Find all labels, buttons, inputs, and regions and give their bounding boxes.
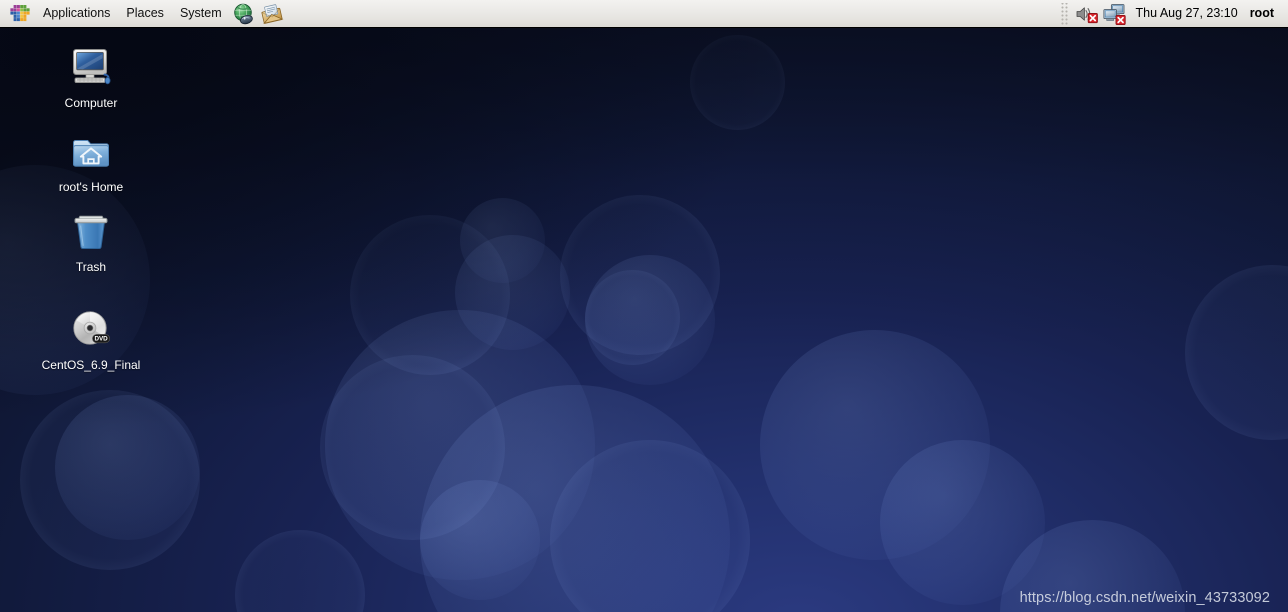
panel-username[interactable]: root xyxy=(1246,3,1280,24)
dvd-disc-icon: DVD xyxy=(67,306,115,354)
network-disconnected-icon[interactable] xyxy=(1102,3,1126,25)
web-browser-icon[interactable] xyxy=(231,2,257,26)
svg-text:DVD: DVD xyxy=(94,336,108,343)
desktop-icon-trash[interactable]: Trash xyxy=(26,208,156,274)
mail-client-icon[interactable] xyxy=(259,2,285,26)
volume-muted-icon[interactable] xyxy=(1074,3,1098,25)
panel-spacer xyxy=(286,0,1056,28)
desktop-icon-dvd[interactable]: DVD CentOS_6.9_Final xyxy=(26,306,156,372)
blog-watermark: https://blog.csdn.net/weixin_43733092 xyxy=(1019,590,1270,606)
desktop-icon-home[interactable]: root's Home xyxy=(26,128,156,194)
tray-drag-handle[interactable] xyxy=(1059,2,1069,25)
desktop-wallpaper[interactable] xyxy=(0,0,1288,612)
desktop-icon-computer[interactable]: Computer xyxy=(26,44,156,110)
home-folder-icon xyxy=(67,128,115,176)
panel-clock[interactable]: Thu Aug 27, 23:10 xyxy=(1128,3,1246,24)
top-panel: Applications Places System Thu Aug 27, 2… xyxy=(0,0,1288,28)
menu-system[interactable]: System xyxy=(172,1,230,27)
desktop-icon-label: Computer xyxy=(64,96,118,110)
trash-icon xyxy=(67,208,115,256)
wallpaper-vignette xyxy=(0,0,1288,612)
desktop-icon-label: CentOS_6.9_Final xyxy=(41,358,141,372)
centos-logo-icon[interactable] xyxy=(9,3,31,25)
desktop-icon-label: Trash xyxy=(75,260,107,274)
menu-places[interactable]: Places xyxy=(118,1,172,27)
desktop-icon-label: root's Home xyxy=(58,180,124,194)
menu-applications[interactable]: Applications xyxy=(35,1,118,27)
panel-tray-section: Thu Aug 27, 23:10 root xyxy=(1056,0,1288,28)
panel-left-section: Applications Places System xyxy=(0,0,286,28)
computer-icon xyxy=(67,44,115,92)
desktop-screen: Applications Places System Thu Aug 27, 2… xyxy=(0,0,1288,612)
